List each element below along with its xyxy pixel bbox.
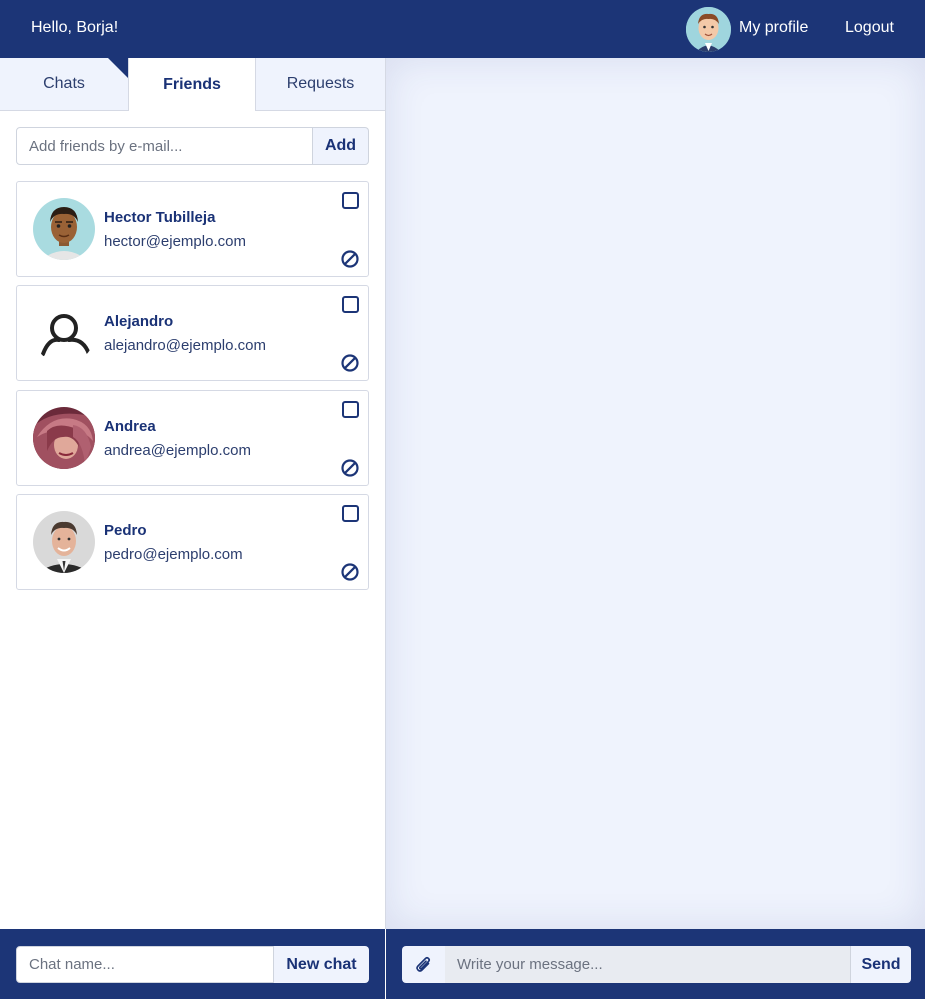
cartoon-man-avatar	[33, 198, 95, 260]
message-form: Send	[402, 946, 911, 983]
block-icon[interactable]	[340, 458, 360, 478]
friend-name: Andrea	[104, 418, 156, 435]
add-friend-email-input[interactable]	[16, 127, 313, 165]
new-chat-button[interactable]: New chat	[274, 946, 369, 983]
photo-man-suit-avatar	[33, 511, 95, 573]
message-compose-bar: Send	[386, 929, 925, 999]
tab-friends[interactable]: Friends	[128, 58, 256, 111]
generic-user-icon	[33, 302, 95, 364]
paperclip-icon	[415, 956, 430, 972]
message-input[interactable]	[445, 946, 850, 983]
add-friend-button[interactable]: Add	[313, 127, 369, 165]
block-icon[interactable]	[340, 353, 360, 373]
tab-corner-notch	[108, 58, 128, 78]
friend-select-checkbox[interactable]	[342, 401, 359, 418]
friend-email: andrea@ejemplo.com	[104, 442, 251, 459]
new-chat-bar: New chat	[0, 929, 385, 999]
attach-file-button[interactable]	[402, 946, 445, 983]
tab-friends-label: Friends	[163, 75, 221, 93]
chat-message-area	[386, 58, 925, 929]
friend-card[interactable]: Andrea andrea@ejemplo.com	[16, 390, 369, 486]
friend-name: Pedro	[104, 522, 147, 539]
sidebar: Chats Friends Requests Add friends by e-…	[0, 58, 386, 929]
friend-name: Hector Tubilleja	[104, 209, 216, 226]
friend-select-checkbox[interactable]	[342, 192, 359, 209]
new-chat-form: New chat	[16, 946, 369, 983]
friend-select-checkbox[interactable]	[342, 296, 359, 313]
chat-name-input[interactable]	[16, 946, 274, 983]
friend-email: hector@ejemplo.com	[104, 233, 246, 250]
friend-card[interactable]: Pedro pedro@ejemplo.com	[16, 494, 369, 590]
friend-card[interactable]: Hector Tubilleja hector@ejemplo.com	[16, 181, 369, 277]
friend-email: pedro@ejemplo.com	[104, 546, 243, 563]
friend-email: alejandro@ejemplo.com	[104, 337, 266, 354]
top-navbar: Hello, Borja! My profile Logout	[0, 0, 925, 58]
profile-avatar[interactable]	[686, 7, 731, 52]
add-friend-form: Add	[16, 127, 369, 165]
photo-woman-avatar	[33, 407, 95, 469]
friend-select-checkbox[interactable]	[342, 505, 359, 522]
my-profile-link[interactable]: My profile	[739, 19, 808, 37]
logout-link[interactable]: Logout	[845, 19, 894, 37]
block-icon[interactable]	[340, 249, 360, 269]
tab-requests[interactable]: Requests	[256, 58, 385, 111]
tab-requests-label: Requests	[286, 75, 355, 92]
tab-chats[interactable]: Chats	[0, 58, 128, 111]
send-button[interactable]: Send	[850, 946, 911, 983]
friend-card[interactable]: Alejandro alejandro@ejemplo.com	[16, 285, 369, 381]
sidebar-tabs: Chats Friends Requests	[0, 58, 385, 111]
friend-name: Alejandro	[104, 313, 174, 330]
block-icon[interactable]	[340, 562, 360, 582]
greeting-text: Hello, Borja!	[31, 19, 119, 36]
tab-chats-label: Chats	[43, 75, 85, 92]
